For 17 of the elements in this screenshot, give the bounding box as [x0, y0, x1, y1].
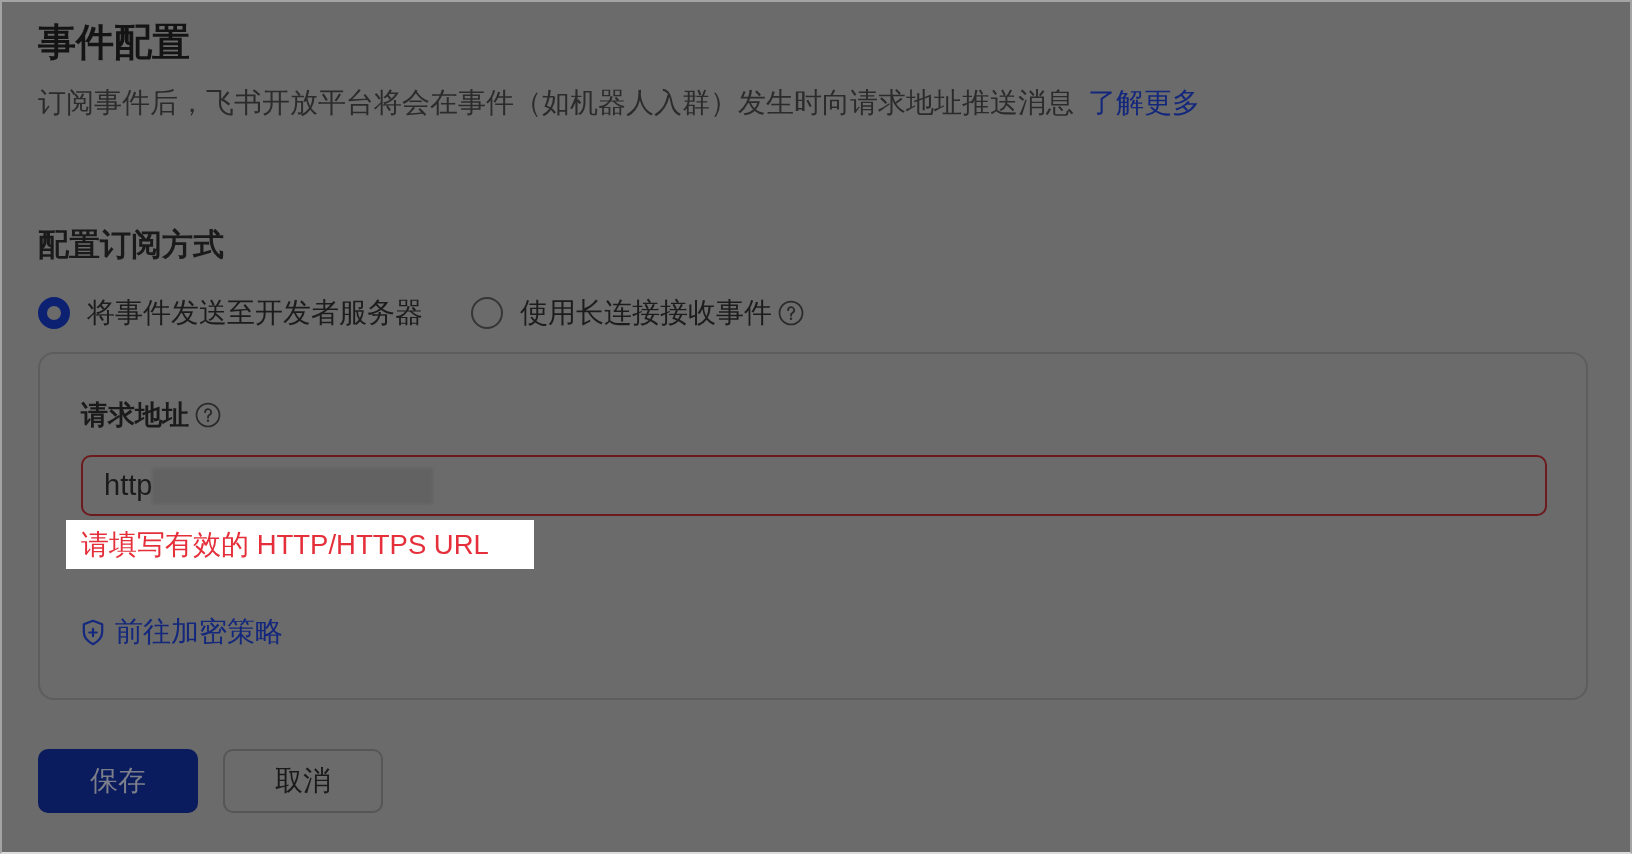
radio-button[interactable] — [471, 297, 503, 329]
save-button[interactable]: 保存 — [38, 749, 198, 813]
cancel-button[interactable]: 取消 — [223, 749, 383, 813]
radio-label[interactable]: 将事件发送至开发者服务器 — [87, 293, 423, 333]
page-title: 事件配置 — [38, 20, 190, 65]
radio-button[interactable] — [38, 297, 70, 329]
field-label: 请求地址 — [81, 399, 189, 432]
url-input-field[interactable]: http — [81, 455, 1547, 516]
help-icon[interactable] — [195, 402, 221, 428]
section-heading: 配置订阅方式 — [38, 226, 224, 264]
shield-plus-icon — [81, 618, 105, 646]
description-text: 订阅事件后，飞书开放平台将会在事件（如机器人入群）发生时向请求地址推送消息 — [38, 87, 1074, 118]
radio-label[interactable]: 使用长连接接收事件 — [520, 293, 772, 333]
error-message: 请填写有效的 HTTP/HTTPS URL — [81, 529, 489, 560]
help-icon[interactable] — [778, 300, 804, 326]
encryption-policy-link[interactable]: 前往加密策略 — [81, 612, 283, 652]
learn-more-link[interactable]: 了解更多 — [1087, 87, 1200, 118]
